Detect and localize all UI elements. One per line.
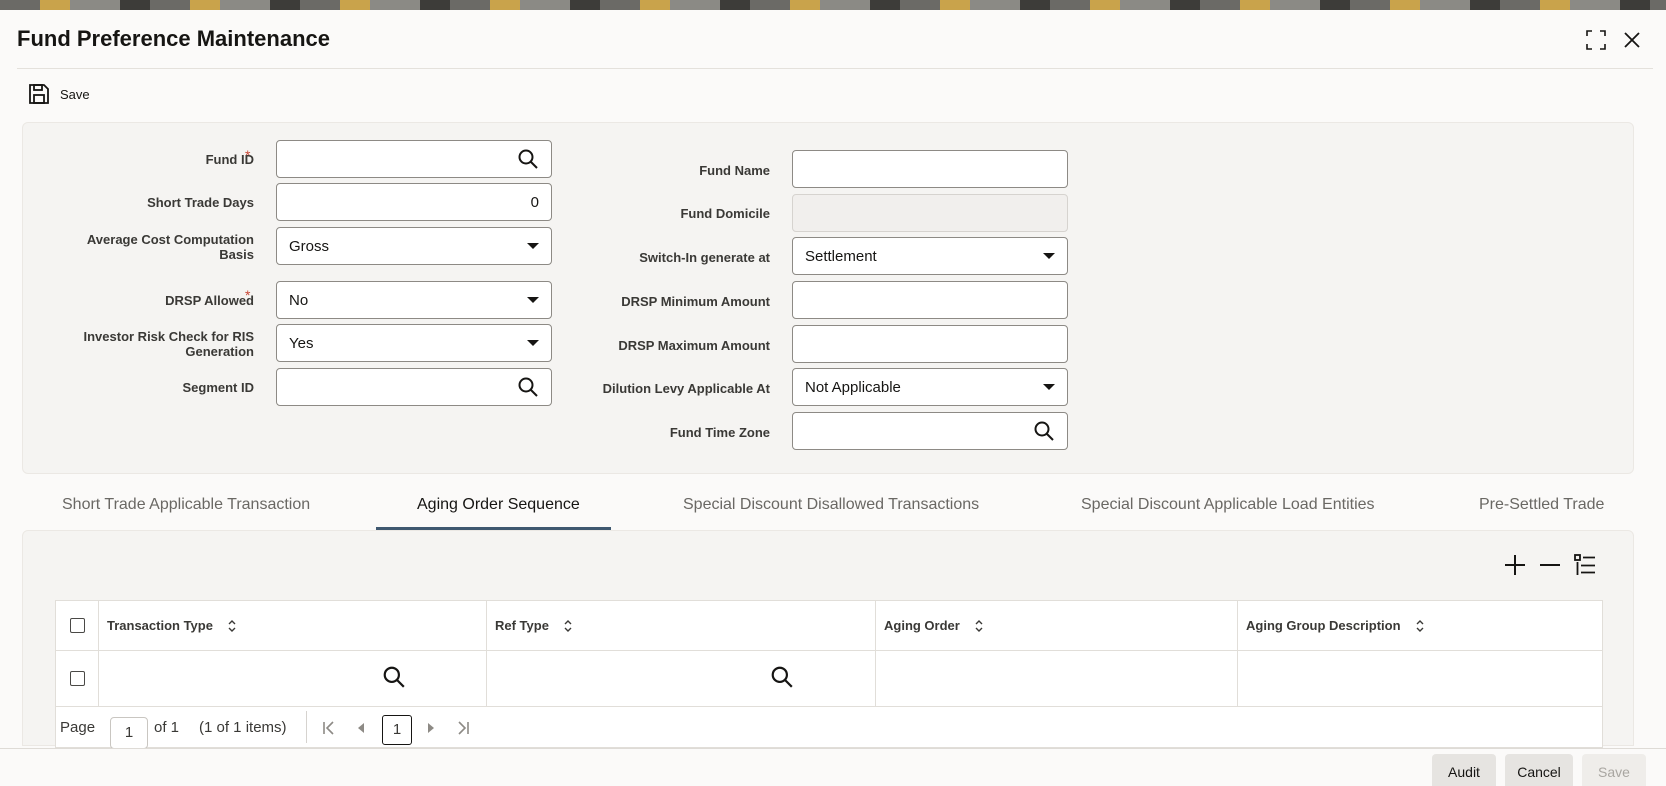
fund-domicile-label: Fund Domicile bbox=[680, 206, 770, 221]
tab-short-trade-applicable-transaction[interactable]: Short Trade Applicable Transaction bbox=[62, 496, 310, 530]
short-trade-days-value: 0 bbox=[530, 193, 539, 211]
sort-icon[interactable] bbox=[563, 619, 573, 633]
tab-pre-settled-trade[interactable]: Pre-Settled Trade bbox=[1479, 496, 1604, 530]
sort-icon[interactable] bbox=[974, 619, 984, 633]
previous-page-icon[interactable] bbox=[352, 719, 370, 737]
drsp-allowed-label: DRSP Allowed bbox=[165, 293, 254, 308]
chevron-down-icon bbox=[527, 340, 539, 346]
fund-time-zone-input[interactable] bbox=[792, 412, 1068, 450]
ref-type-search-icon[interactable] bbox=[770, 665, 794, 689]
sort-icon[interactable] bbox=[1415, 619, 1425, 633]
drsp-min-label: DRSP Minimum Amount bbox=[621, 294, 770, 309]
investor-risk-label-line2: Generation bbox=[185, 344, 254, 359]
switch-in-label: Switch-In generate at bbox=[639, 250, 770, 265]
avg-cost-basis-label-line2: Basis bbox=[219, 247, 254, 262]
chevron-down-icon bbox=[527, 297, 539, 303]
switch-in-value: Settlement bbox=[805, 247, 877, 265]
avg-cost-basis-label: Average Cost Computation Basis bbox=[54, 232, 254, 262]
toolbar-save-button[interactable]: Save bbox=[28, 82, 90, 106]
column-header-label: Aging Group Description bbox=[1246, 618, 1401, 633]
fund-name-label: Fund Name bbox=[699, 163, 770, 178]
toolbar-save-label: Save bbox=[60, 86, 90, 102]
maximize-icon[interactable] bbox=[1584, 28, 1608, 52]
table-row[interactable] bbox=[56, 651, 1602, 707]
app-header-band bbox=[0, 0, 1666, 10]
view-details-icon[interactable] bbox=[1572, 552, 1598, 578]
current-page-button[interactable]: 1 bbox=[382, 715, 412, 745]
fund-id-search-icon[interactable] bbox=[517, 148, 539, 170]
fund-name-input[interactable] bbox=[792, 150, 1068, 188]
segment-id-search-icon[interactable] bbox=[517, 376, 539, 398]
drsp-allowed-value: No bbox=[289, 291, 309, 309]
items-count-label: (1 of 1 items) bbox=[199, 719, 287, 736]
drsp-allowed-required-mark: * bbox=[245, 287, 251, 303]
column-header-aging-order[interactable]: Aging Order bbox=[884, 618, 984, 633]
avg-cost-basis-label-line1: Average Cost Computation bbox=[86, 232, 254, 247]
fund-id-label: Fund ID bbox=[205, 152, 254, 167]
column-header-ref-type[interactable]: Ref Type bbox=[495, 618, 573, 633]
column-header-aging-group-description[interactable]: Aging Group Description bbox=[1246, 618, 1425, 633]
title-divider bbox=[17, 68, 1653, 69]
pagination: Page 1 of 1 (1 of 1 items) 1 bbox=[56, 707, 1602, 749]
page-label: Page bbox=[60, 719, 96, 736]
column-header-label: Transaction Type bbox=[107, 618, 213, 633]
first-page-icon[interactable] bbox=[320, 719, 338, 737]
dilution-levy-value: Not Applicable bbox=[805, 378, 901, 396]
short-trade-days-input[interactable]: 0 bbox=[276, 183, 552, 221]
remove-row-icon[interactable] bbox=[1537, 552, 1563, 578]
audit-button[interactable]: Audit bbox=[1432, 754, 1496, 786]
investor-risk-label: Investor Risk Check for RIS Generation bbox=[54, 329, 255, 359]
pagination-divider bbox=[306, 711, 307, 743]
drsp-min-input[interactable] bbox=[792, 281, 1068, 319]
next-page-icon[interactable] bbox=[422, 719, 440, 737]
fund-id-input[interactable] bbox=[276, 140, 552, 178]
drsp-max-input[interactable] bbox=[792, 325, 1068, 363]
close-icon[interactable] bbox=[1620, 28, 1644, 52]
cancel-button[interactable]: Cancel bbox=[1505, 754, 1573, 786]
tab-aging-order-sequence[interactable]: Aging Order Sequence bbox=[417, 496, 580, 530]
page-number-input[interactable]: 1 bbox=[110, 717, 148, 749]
drsp-allowed-select[interactable]: No bbox=[276, 281, 552, 319]
page-count-label: of 1 bbox=[154, 719, 180, 736]
tab-bar: Short Trade Applicable Transaction Aging… bbox=[0, 496, 1666, 532]
column-header-label: Aging Order bbox=[884, 618, 960, 633]
row-checkbox[interactable] bbox=[70, 671, 85, 686]
tab-special-discount-disallowed-transactions[interactable]: Special Discount Disallowed Transactions bbox=[683, 496, 979, 530]
save-button[interactable]: Save bbox=[1582, 754, 1646, 786]
transaction-type-search-icon[interactable] bbox=[382, 665, 406, 689]
sort-icon[interactable] bbox=[227, 619, 237, 633]
fund-id-required-mark: * bbox=[245, 147, 251, 163]
table-header: Transaction Type Ref Type Aging Order Ag… bbox=[56, 601, 1602, 651]
dilution-levy-label: Dilution Levy Applicable At bbox=[602, 381, 770, 396]
fund-domicile-input bbox=[792, 194, 1068, 232]
fund-time-zone-search-icon[interactable] bbox=[1033, 420, 1055, 442]
fund-time-zone-label: Fund Time Zone bbox=[669, 425, 770, 440]
segment-id-label: Segment ID bbox=[182, 380, 254, 395]
segment-id-input[interactable] bbox=[276, 368, 552, 406]
dilution-levy-select[interactable]: Not Applicable bbox=[792, 368, 1068, 406]
short-trade-days-label: Short Trade Days bbox=[147, 195, 254, 210]
footer-bar: Audit Cancel Save bbox=[0, 748, 1666, 786]
aging-order-table: Transaction Type Ref Type Aging Order Ag… bbox=[55, 600, 1603, 749]
switch-in-select[interactable]: Settlement bbox=[792, 237, 1068, 275]
column-header-transaction-type[interactable]: Transaction Type bbox=[107, 618, 237, 633]
tab-special-discount-applicable-load-entities[interactable]: Special Discount Applicable Load Entitie… bbox=[1081, 496, 1375, 530]
save-icon bbox=[29, 84, 49, 104]
fund-preference-window: Fund Preference Maintenance Save Fund ID… bbox=[0, 10, 1666, 786]
page-title: Fund Preference Maintenance bbox=[17, 26, 330, 51]
investor-risk-value: Yes bbox=[289, 334, 314, 352]
chevron-down-icon bbox=[527, 243, 539, 249]
last-page-icon[interactable] bbox=[454, 719, 472, 737]
drsp-max-label: DRSP Maximum Amount bbox=[618, 338, 770, 353]
column-header-label: Ref Type bbox=[495, 618, 549, 633]
add-row-icon[interactable] bbox=[1502, 552, 1528, 578]
avg-cost-basis-value: Gross bbox=[289, 237, 330, 255]
select-all-checkbox[interactable] bbox=[70, 618, 85, 633]
investor-risk-label-line1: Investor Risk Check for RIS bbox=[83, 329, 255, 344]
chevron-down-icon bbox=[1043, 384, 1055, 390]
avg-cost-basis-select[interactable]: Gross bbox=[276, 227, 552, 265]
chevron-down-icon bbox=[1043, 253, 1055, 259]
investor-risk-select[interactable]: Yes bbox=[276, 324, 552, 362]
